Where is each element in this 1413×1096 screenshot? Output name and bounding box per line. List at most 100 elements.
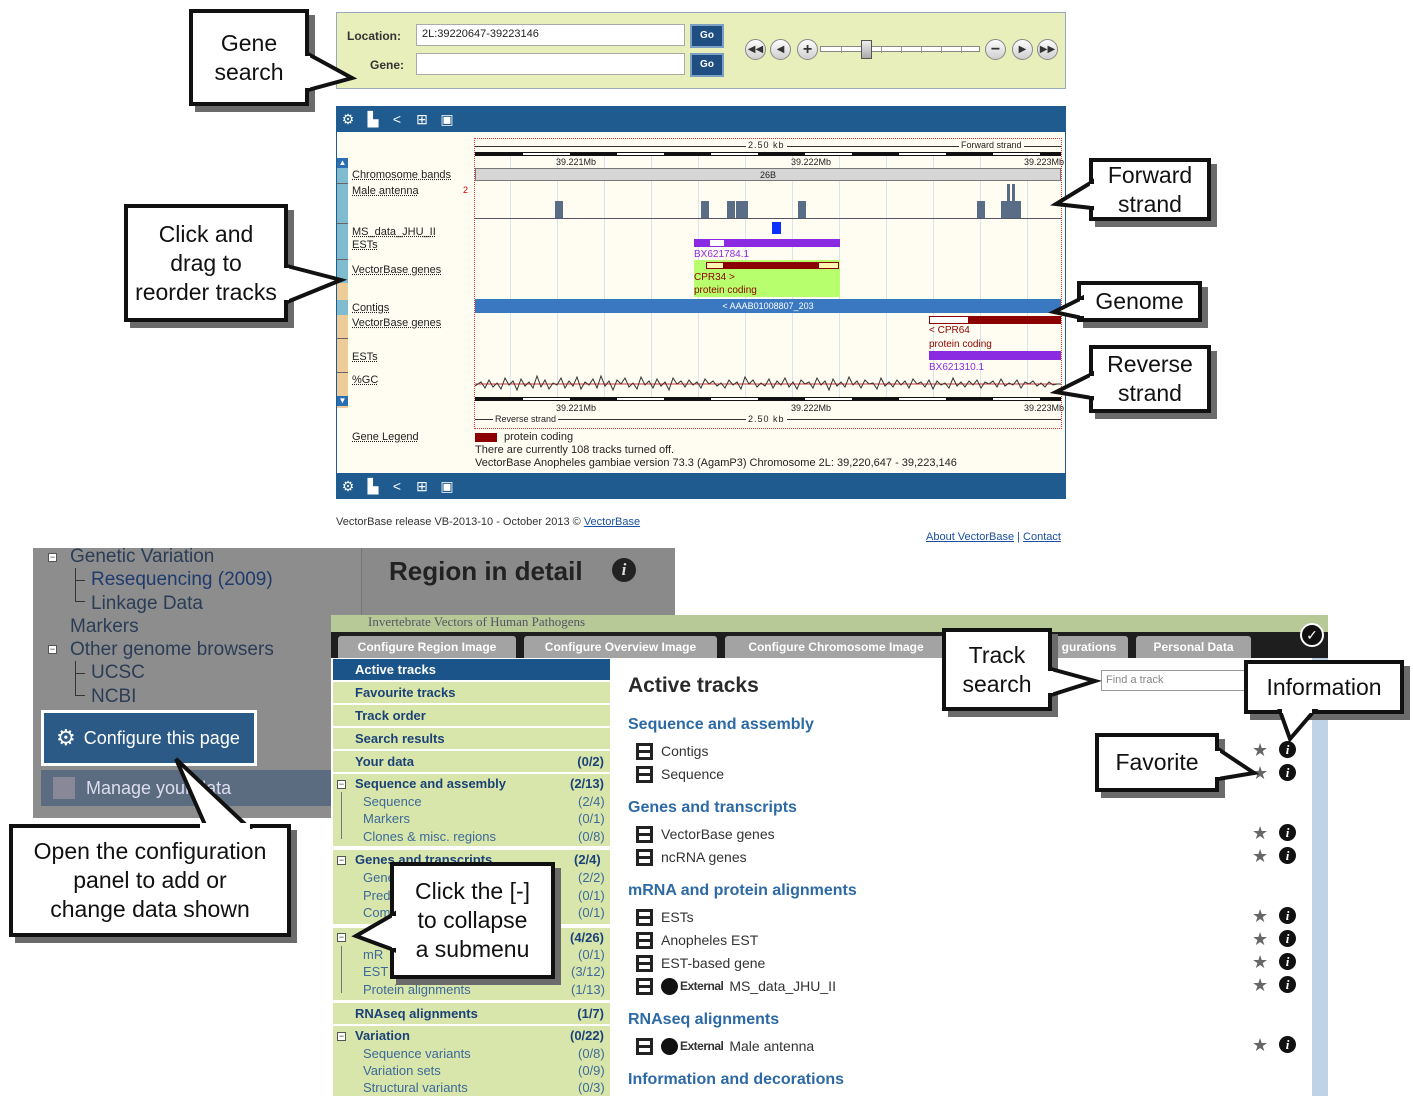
track-label-chromosome-bands[interactable]: Chromosome bands — [352, 169, 451, 181]
gene-forward-name[interactable]: CPR34 > — [694, 272, 735, 283]
tab-configure-region-image[interactable]: Configure Region Image — [338, 636, 516, 658]
coverage-bar[interactable] — [798, 201, 806, 218]
gear-icon[interactable]: ⚙ — [339, 110, 357, 128]
coverage-bar[interactable] — [555, 201, 563, 218]
tab-personal-data[interactable]: Personal Data — [1136, 636, 1251, 658]
info-icon[interactable]: i — [1279, 930, 1296, 947]
favourite-star-icon[interactable]: ★ — [1252, 1035, 1268, 1056]
track-label-ests-reverse[interactable]: ESTs — [352, 351, 378, 363]
track-row-ests[interactable]: ESTs — [636, 907, 694, 927]
collapse-icon[interactable]: − — [337, 856, 346, 865]
info-icon[interactable]: i — [1279, 764, 1296, 781]
menu-mrna-sub[interactable]: EST — [363, 964, 388, 979]
image-icon[interactable]: ▣ — [438, 110, 456, 128]
tab-configurations[interactable]: gurations — [1050, 636, 1128, 658]
menu-genes-sub[interactable]: Pred — [363, 888, 390, 903]
menu-rnaseq[interactable]: RNAseq alignments (1/7) — [333, 1003, 610, 1024]
coverage-bar[interactable] — [727, 201, 735, 218]
coverage-bar[interactable] — [701, 201, 709, 218]
coverage-bar[interactable] — [1001, 201, 1021, 218]
zoom-in-icon[interactable]: + — [797, 39, 818, 60]
coverage-bar[interactable] — [1012, 184, 1015, 201]
location-go-button[interactable]: Go — [690, 24, 724, 48]
tree-ucsc[interactable]: UCSC — [91, 662, 145, 684]
gene-reverse-name[interactable]: < CPR64 — [929, 325, 970, 336]
menu-variation[interactable]: Variation — [355, 1028, 410, 1043]
export-icon[interactable]: ▙ — [364, 477, 382, 495]
tab-configure-chromosome-image[interactable]: Configure Chromosome Image — [725, 636, 947, 658]
track-style-icon[interactable] — [636, 977, 653, 995]
track-label-contigs[interactable]: Contigs — [352, 302, 389, 314]
zoom-out-icon[interactable]: − — [985, 39, 1006, 60]
info-icon[interactable]: i — [1279, 847, 1296, 864]
track-row-est-based-gene[interactable]: EST-based gene — [636, 953, 765, 973]
ms-data-feature[interactable] — [772, 222, 781, 234]
track-style-icon[interactable] — [636, 742, 653, 760]
track-label-gene-legend[interactable]: Gene Legend — [352, 431, 419, 443]
est-reverse-feature[interactable] — [929, 351, 1061, 360]
tree-linkage[interactable]: Linkage Data — [91, 593, 203, 615]
track-style-icon[interactable] — [636, 931, 653, 949]
menu-protein-alignments[interactable]: Protein alignments — [363, 982, 471, 997]
track-style-icon[interactable] — [636, 848, 653, 866]
tree-other-browsers[interactable]: Other genome browsers — [70, 639, 274, 661]
track-label-ms-data[interactable]: MS_data_JHU_II — [352, 226, 436, 238]
menu-seq-variants[interactable]: Sequence variants — [363, 1046, 471, 1061]
gc-plot[interactable] — [475, 372, 1061, 396]
menu-variation-sets[interactable]: Variation sets — [363, 1063, 441, 1078]
contig-feature[interactable]: < AAAB01008807_203 — [475, 299, 1061, 313]
gene-go-button[interactable]: Go — [690, 53, 724, 77]
tree-resequencing[interactable]: Resequencing (2009) — [91, 569, 273, 591]
favourite-star-icon[interactable]: ★ — [1252, 846, 1268, 867]
track-style-icon[interactable] — [636, 825, 653, 843]
menu-favourite-tracks[interactable]: Favourite tracks — [333, 682, 610, 703]
menu-sequence[interactable]: Sequence — [363, 794, 422, 809]
about-link[interactable]: About VectorBase — [926, 531, 1014, 543]
find-track-input[interactable]: Find a track — [1101, 670, 1261, 691]
tree-genetic-variation[interactable]: Genetic Variation — [70, 546, 214, 568]
scroll-up-icon[interactable]: ▲ — [337, 158, 348, 168]
gear-icon[interactable]: ⚙ — [339, 477, 357, 495]
menu-structural-variants[interactable]: Structural variants — [363, 1080, 468, 1095]
zoom-slider[interactable] — [820, 46, 980, 53]
share-icon[interactable]: < — [388, 477, 406, 495]
location-input[interactable]: 2L:39220647-39223146 — [416, 24, 685, 46]
gene-reverse-exon[interactable] — [968, 316, 1061, 324]
favourite-star-icon[interactable]: ★ — [1252, 952, 1268, 973]
gene-forward-exon[interactable] — [723, 262, 819, 269]
contact-link[interactable]: Contact — [1023, 531, 1061, 543]
coverage-bar[interactable] — [1007, 184, 1010, 201]
track-style-icon[interactable] — [636, 908, 653, 926]
step-back-icon[interactable]: ◀ — [770, 39, 791, 60]
collapse-icon[interactable]: − — [337, 1032, 346, 1041]
menu-markers[interactable]: Markers — [363, 811, 410, 826]
info-icon[interactable]: i — [1279, 1036, 1296, 1053]
image-icon[interactable]: ▣ — [438, 477, 456, 495]
menu-track-order[interactable]: Track order — [333, 705, 610, 726]
info-icon[interactable]: i — [1279, 824, 1296, 841]
tab-configure-overview-image[interactable]: Configure Overview Image — [524, 636, 717, 658]
info-icon[interactable]: i — [612, 558, 636, 582]
menu-seq-assembly[interactable]: Sequence and assembly — [355, 776, 506, 791]
info-icon[interactable]: i — [1279, 907, 1296, 924]
favourite-star-icon[interactable]: ★ — [1252, 975, 1268, 996]
favourite-star-icon[interactable]: ★ — [1252, 929, 1268, 950]
track-row-sequence[interactable]: Sequence — [636, 764, 724, 784]
track-row-contigs[interactable]: Contigs — [636, 741, 708, 761]
track-style-icon[interactable] — [636, 1037, 653, 1055]
info-icon[interactable]: i — [1279, 953, 1296, 970]
rewind-icon[interactable]: ◀◀ — [745, 39, 766, 60]
fast-forward-icon[interactable]: ▶▶ — [1037, 39, 1058, 60]
resize-icon[interactable]: ⊞ — [413, 110, 431, 128]
step-forward-icon[interactable]: ▶ — [1012, 39, 1033, 60]
share-icon[interactable]: < — [388, 110, 406, 128]
track-style-icon[interactable] — [636, 954, 653, 972]
info-icon[interactable]: i — [1279, 976, 1296, 993]
track-row-anopheles-est[interactable]: Anopheles EST — [636, 930, 758, 950]
menu-your-data[interactable]: Your data (0/2) — [333, 751, 610, 772]
menu-clones[interactable]: Clones & misc. regions — [363, 829, 496, 844]
favourite-star-icon[interactable]: ★ — [1252, 906, 1268, 927]
track-label-genes-reverse[interactable]: VectorBase genes — [352, 317, 441, 329]
menu-search-results[interactable]: Search results — [333, 728, 610, 749]
tree-markers[interactable]: Markers — [70, 616, 139, 638]
